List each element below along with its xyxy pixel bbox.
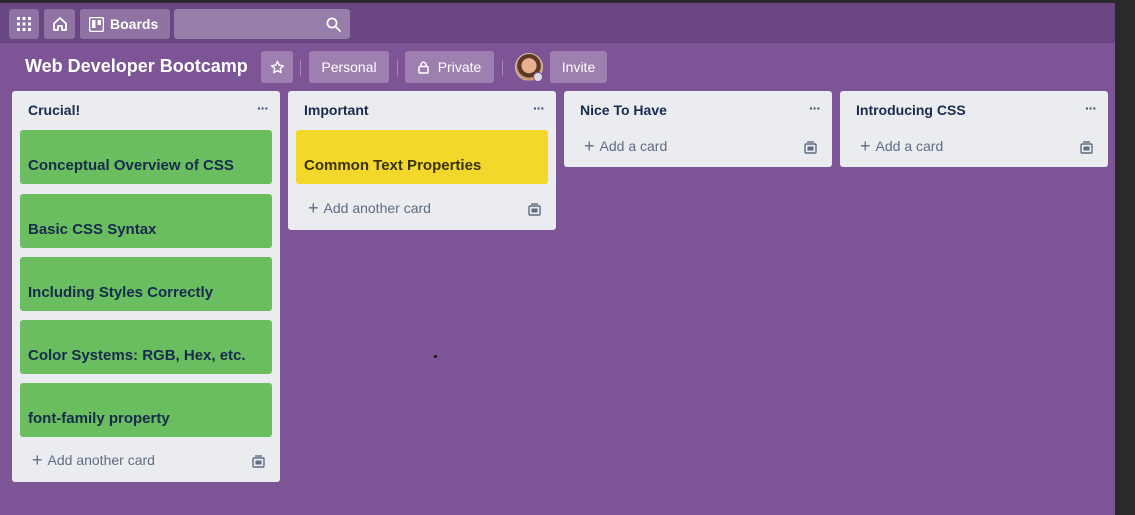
admin-badge-icon — [533, 72, 543, 82]
plus-icon: + — [584, 136, 595, 156]
card-template-icon[interactable] — [252, 455, 265, 468]
card[interactable]: Color Systems: RGB, Hex, etc. — [20, 320, 272, 374]
boards-label: Boards — [110, 16, 159, 32]
plus-icon: + — [32, 450, 43, 470]
search-icon — [326, 17, 341, 32]
search-input[interactable] — [174, 9, 350, 39]
star-button[interactable] — [261, 51, 293, 83]
list-menu-icon[interactable]: ··· — [533, 100, 545, 116]
list-title[interactable]: Crucial! — [28, 102, 80, 118]
card[interactable]: Common Text Properties — [296, 130, 548, 184]
card-template-icon[interactable] — [804, 141, 817, 154]
boards-button[interactable]: Boards — [80, 9, 170, 39]
invite-button[interactable]: Invite — [550, 51, 607, 83]
private-button[interactable]: Private — [405, 51, 494, 83]
add-card-label: Add a card — [875, 138, 944, 154]
apps-grid-icon — [17, 17, 31, 31]
list-title[interactable]: Important — [304, 102, 369, 118]
board-title[interactable]: Web Developer Bootcamp — [25, 56, 248, 77]
top-header: Boards — [0, 3, 1115, 43]
list-header: Introducing CSS ··· — [840, 91, 1108, 129]
list-header: Nice To Have ··· — [564, 91, 832, 129]
apps-button[interactable] — [9, 9, 39, 39]
card-template-icon[interactable] — [1080, 141, 1093, 154]
plus-icon: + — [308, 198, 319, 218]
header-divider — [502, 60, 503, 76]
list-crucial: Crucial! ··· Conceptual Overview of CSS … — [12, 91, 280, 482]
card[interactable]: Basic CSS Syntax — [20, 194, 272, 248]
add-card-button[interactable]: + Add a card — [860, 136, 944, 156]
list-title[interactable]: Nice To Have — [580, 102, 667, 118]
add-card-button[interactable]: + Add another card — [308, 198, 431, 218]
list-nice-to-have: Nice To Have ··· + Add a card — [564, 91, 832, 167]
list-menu-icon[interactable]: ··· — [809, 100, 821, 116]
add-card-button[interactable]: + Add another card — [32, 450, 155, 470]
add-card-button[interactable]: + Add a card — [584, 136, 668, 156]
home-icon — [52, 17, 67, 31]
list-introducing-css: Introducing CSS ··· + Add a card — [840, 91, 1108, 167]
list-header: Important ··· — [288, 91, 556, 129]
lock-icon — [417, 61, 429, 74]
star-icon — [270, 60, 284, 73]
list-title[interactable]: Introducing CSS — [856, 102, 966, 118]
list-important: Important ··· Common Text Properties + A… — [288, 91, 556, 230]
add-card-label: Add another card — [47, 452, 155, 468]
private-label: Private — [437, 59, 482, 75]
list-menu-icon[interactable]: ··· — [257, 100, 269, 116]
card[interactable]: Including Styles Correctly — [20, 257, 272, 311]
add-card-label: Add another card — [323, 200, 431, 216]
card[interactable]: Conceptual Overview of CSS — [20, 130, 272, 184]
plus-icon: + — [860, 136, 871, 156]
card-template-icon[interactable] — [528, 203, 541, 216]
mouse-cursor — [434, 355, 437, 358]
list-menu-icon[interactable]: ··· — [1085, 100, 1097, 116]
add-card-label: Add a card — [599, 138, 668, 154]
home-button[interactable] — [44, 9, 75, 39]
trello-board: Boards Web Developer Bootcamp Personal P… — [0, 3, 1115, 515]
header-divider — [397, 60, 398, 76]
boards-icon — [89, 16, 104, 32]
header-divider — [300, 60, 301, 76]
window-right-edge — [1115, 0, 1135, 515]
card[interactable]: font-family property — [20, 383, 272, 437]
list-header: Crucial! ··· — [12, 91, 280, 129]
personal-button[interactable]: Personal — [309, 51, 389, 83]
